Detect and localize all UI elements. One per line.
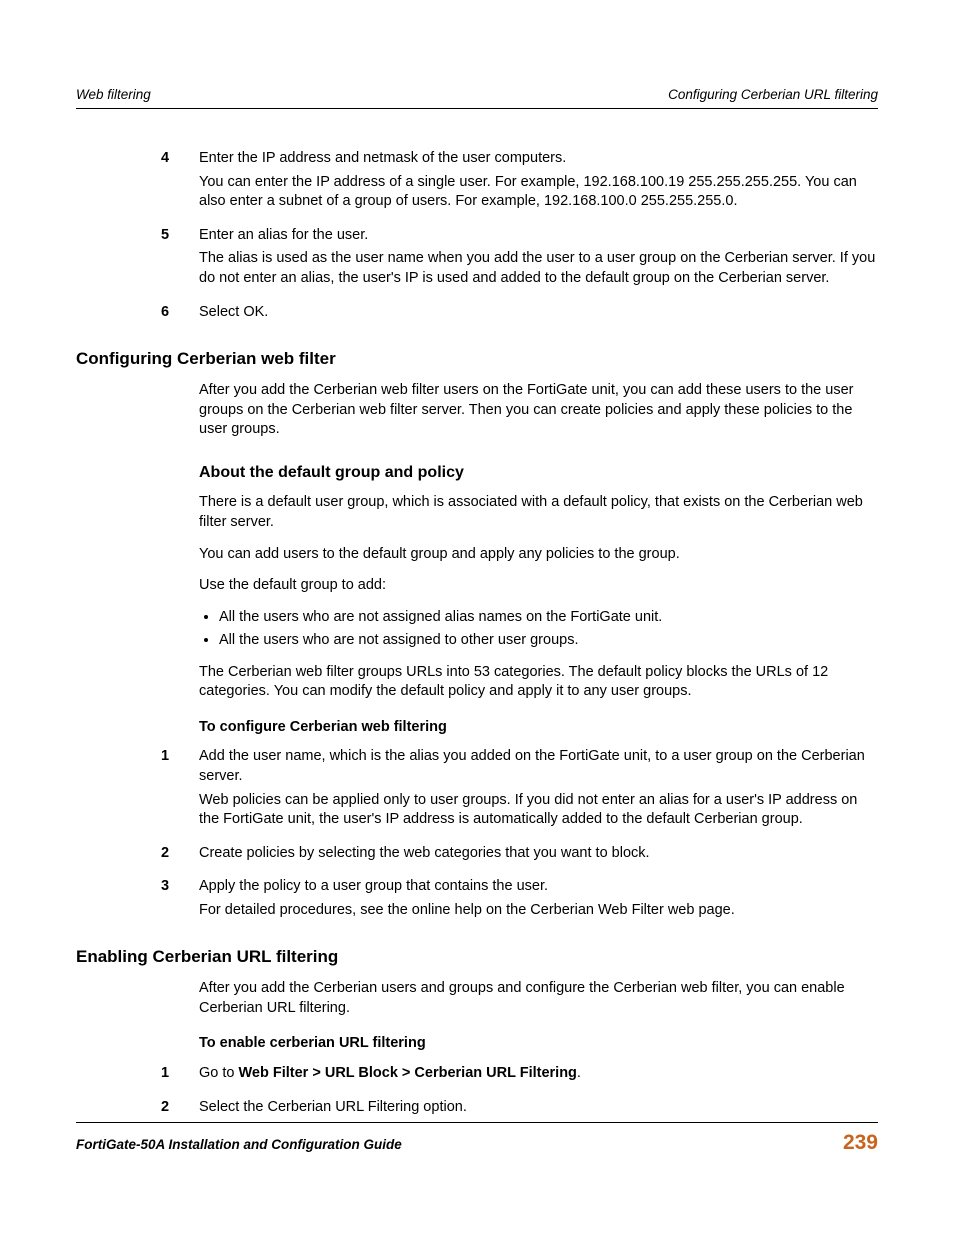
- footer-page-number: 239: [843, 1129, 878, 1157]
- step-text: Select OK.: [199, 303, 878, 323]
- step-body: Enter an alias for the user. The alias i…: [199, 226, 878, 293]
- step-number: 6: [161, 303, 199, 327]
- step-body: Add the user name, which is the alias yo…: [199, 747, 878, 833]
- body-paragraph: After you add the Cerberian web filter u…: [161, 381, 878, 440]
- step-5: 5 Enter an alias for the user. The alias…: [161, 226, 878, 293]
- step-number: 1: [161, 1064, 199, 1088]
- step-body: Apply the policy to a user group that co…: [199, 877, 878, 924]
- step-prefix: Go to: [199, 1065, 239, 1081]
- body-paragraph: There is a default user group, which is …: [161, 493, 878, 532]
- task-heading-configure: To configure Cerberian web filtering: [161, 718, 878, 738]
- section-heading-enabling: Enabling Cerberian URL filtering: [76, 946, 878, 969]
- body-paragraph: After you add the Cerberian users and gr…: [161, 979, 878, 1018]
- step-body: Enter the IP address and netmask of the …: [199, 149, 878, 216]
- step-body: Go to Web Filter > URL Block > Cerberian…: [199, 1064, 878, 1088]
- task1-step-3: 3 Apply the policy to a user group that …: [161, 877, 878, 924]
- header-left: Web filtering: [76, 86, 151, 104]
- section-heading-configuring: Configuring Cerberian web filter: [76, 348, 878, 371]
- step-text: For detailed procedures, see the online …: [199, 901, 878, 921]
- step-body: Select OK.: [199, 303, 878, 327]
- step-bold-path: Web Filter > URL Block > Cerberian URL F…: [239, 1065, 577, 1081]
- footer-guide-title: FortiGate-50A Installation and Configura…: [76, 1136, 402, 1154]
- step-4: 4 Enter the IP address and netmask of th…: [161, 149, 878, 216]
- step-number: 3: [161, 877, 199, 924]
- step-6: 6 Select OK.: [161, 303, 878, 327]
- bullet-item: All the users who are not assigned alias…: [219, 608, 878, 628]
- step-suffix: .: [577, 1065, 581, 1081]
- task-heading-enable: To enable cerberian URL filtering: [161, 1034, 878, 1054]
- task1-step-1: 1 Add the user name, which is the alias …: [161, 747, 878, 833]
- step-text: Enter an alias for the user.: [199, 226, 878, 246]
- page-footer: FortiGate-50A Installation and Configura…: [76, 1122, 878, 1157]
- body-paragraph: Use the default group to add:: [161, 576, 878, 596]
- step-text: Create policies by selecting the web cat…: [199, 844, 878, 864]
- step-number: 5: [161, 226, 199, 293]
- step-body: Create policies by selecting the web cat…: [199, 844, 878, 868]
- step-text: Web policies can be applied only to user…: [199, 791, 878, 830]
- subsection-heading-default-group: About the default group and policy: [161, 462, 878, 484]
- step-number: 4: [161, 149, 199, 216]
- body-paragraph: You can add users to the default group a…: [161, 545, 878, 565]
- page: Web filtering Configuring Cerberian URL …: [0, 0, 954, 1235]
- content-area: 4 Enter the IP address and netmask of th…: [76, 149, 878, 1121]
- task1-step-2: 2 Create policies by selecting the web c…: [161, 844, 878, 868]
- step-text: The alias is used as the user name when …: [199, 249, 878, 288]
- task2-step-1: 1 Go to Web Filter > URL Block > Cerberi…: [161, 1064, 878, 1088]
- step-body: Select the Cerberian URL Filtering optio…: [199, 1098, 878, 1122]
- bullet-item: All the users who are not assigned to ot…: [219, 631, 878, 651]
- step-text: Go to Web Filter > URL Block > Cerberian…: [199, 1064, 878, 1084]
- step-text: Add the user name, which is the alias yo…: [199, 747, 878, 786]
- header-right: Configuring Cerberian URL filtering: [668, 86, 878, 104]
- body-paragraph: The Cerberian web filter groups URLs int…: [161, 663, 878, 702]
- step-number: 2: [161, 844, 199, 868]
- step-text: Enter the IP address and netmask of the …: [199, 149, 878, 169]
- step-text: You can enter the IP address of a single…: [199, 173, 878, 212]
- page-header: Web filtering Configuring Cerberian URL …: [76, 86, 878, 109]
- bullet-list: All the users who are not assigned alias…: [161, 608, 878, 651]
- step-number: 2: [161, 1098, 199, 1122]
- task2-step-2: 2 Select the Cerberian URL Filtering opt…: [161, 1098, 878, 1122]
- step-text: Select the Cerberian URL Filtering optio…: [199, 1098, 878, 1118]
- step-text: Apply the policy to a user group that co…: [199, 877, 878, 897]
- step-number: 1: [161, 747, 199, 833]
